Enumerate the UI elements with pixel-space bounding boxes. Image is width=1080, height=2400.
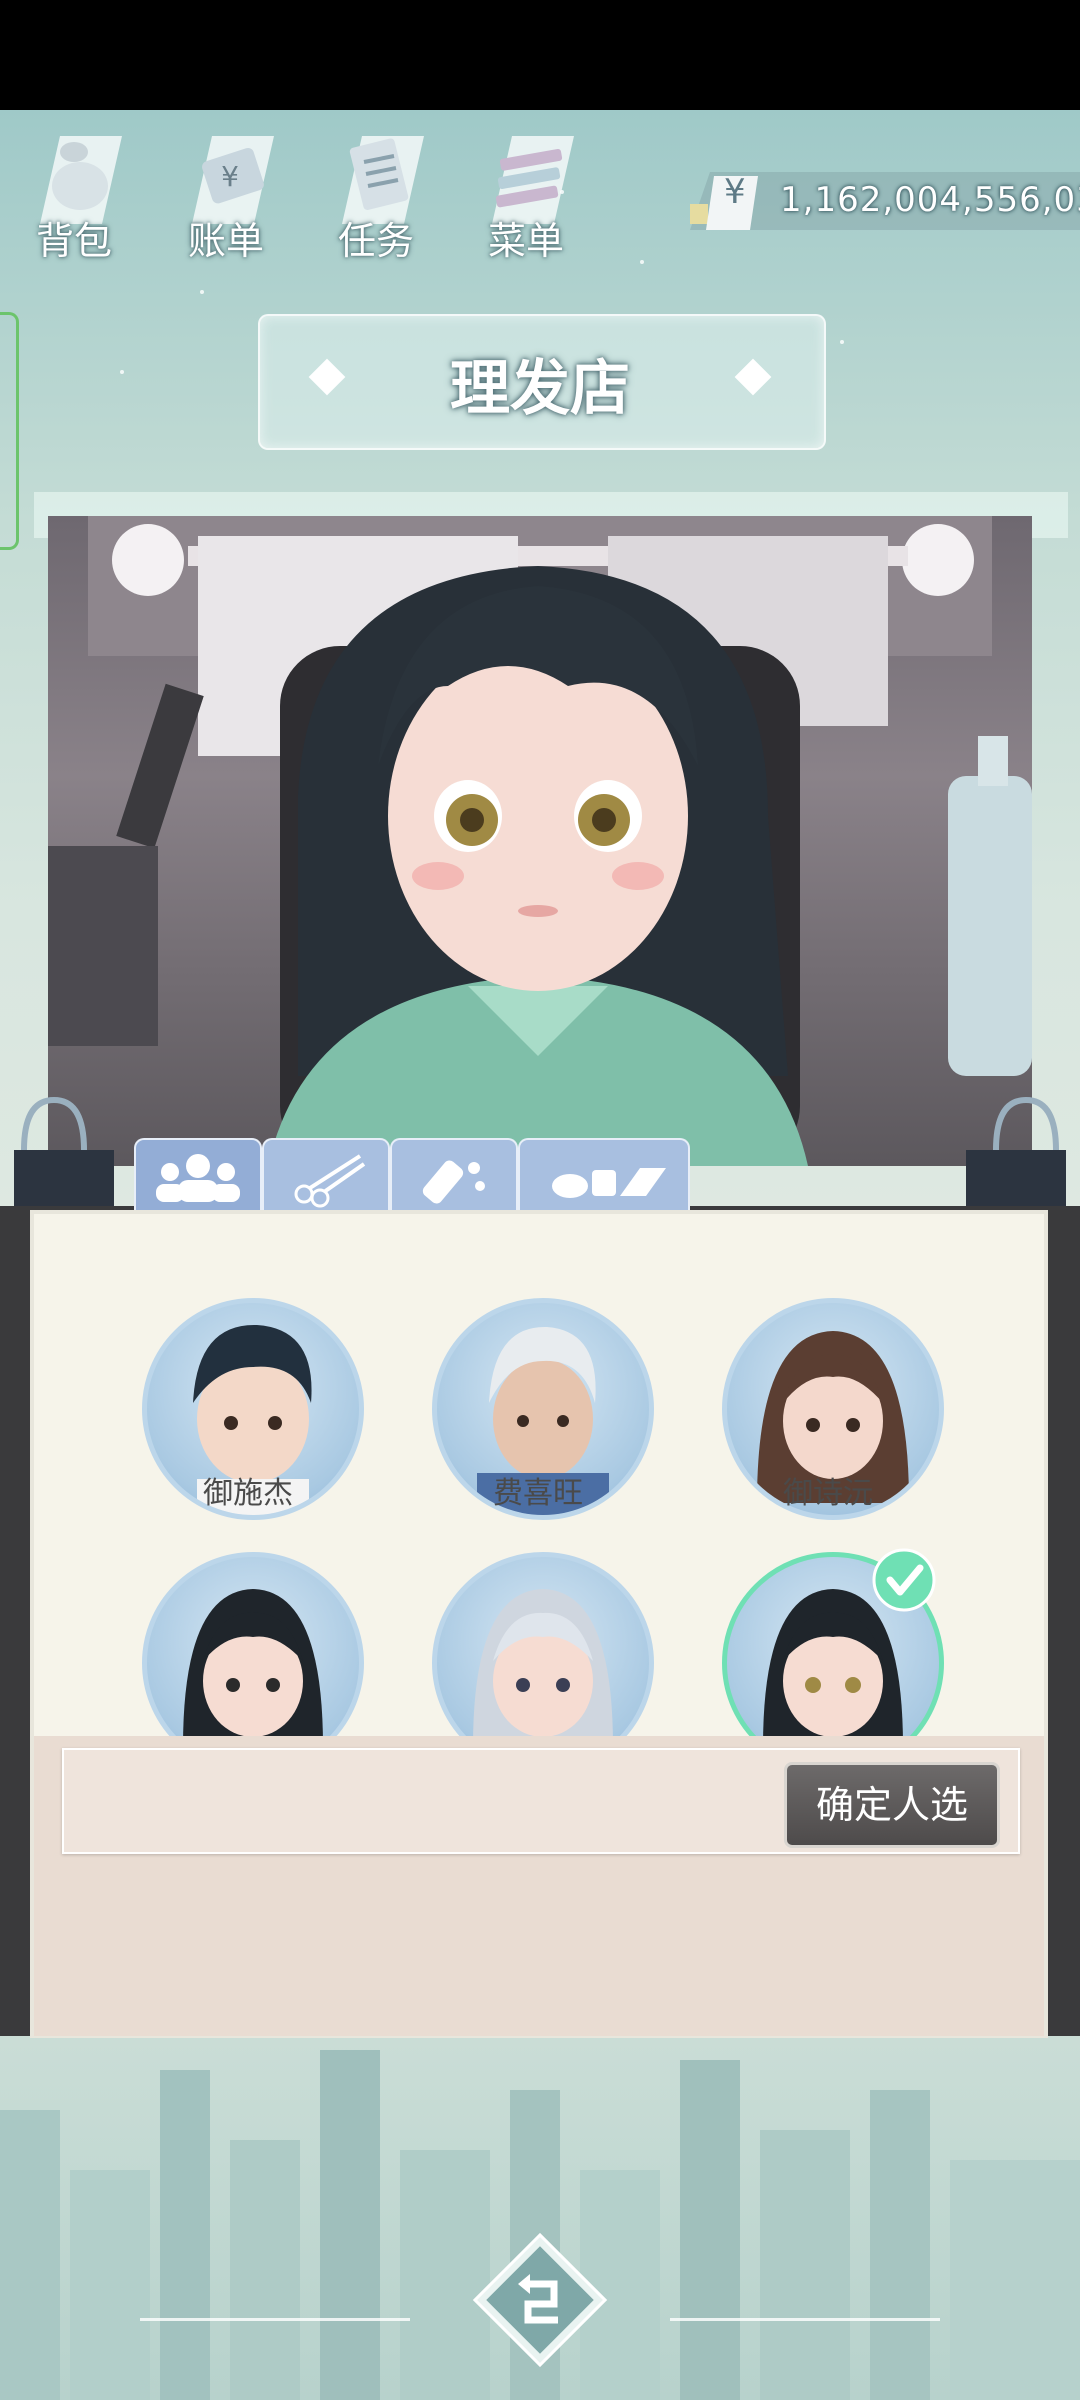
character-name: 御施杰 (203, 1476, 293, 1511)
nav-bill-button[interactable]: ¥ 账单 (156, 118, 296, 268)
svg-text:¥: ¥ (221, 160, 239, 193)
nav-menu-button[interactable]: 菜单 (456, 118, 596, 268)
back-button[interactable] (472, 2232, 608, 2368)
nav-task-button[interactable]: 任务 (306, 118, 446, 268)
divider-line (140, 2318, 410, 2321)
nav-task-label: 任务 (337, 219, 414, 263)
nav-bag-button[interactable]: 背包 (4, 118, 144, 268)
people-icon (156, 1154, 240, 1202)
checkmark-icon (872, 1548, 936, 1612)
yen-icon: ¥ (724, 172, 746, 212)
character-name: 御诗沅 (783, 1476, 873, 1511)
character-illustration (48, 516, 1032, 1166)
tab-characters[interactable] (134, 1138, 262, 1212)
page-title: 理发店 (450, 354, 630, 424)
tab-hair-dye[interactable] (390, 1138, 518, 1212)
character-name: 费喜旺 (493, 1476, 583, 1511)
scissors-icon (294, 1154, 366, 1208)
hair-dye-icon (422, 1160, 485, 1204)
divider-line (670, 2318, 940, 2321)
nav-bag-label: 背包 (35, 219, 112, 263)
nav-menu-label: 菜单 (487, 219, 564, 263)
tab-haircut[interactable] (262, 1138, 390, 1212)
nav-bill-label: 账单 (187, 219, 264, 263)
currency-amount: 1,162,004,556,039 (780, 180, 1080, 220)
makeup-icon (552, 1168, 666, 1198)
status-bar (0, 0, 1080, 110)
character-portrait (48, 516, 1032, 1166)
confirm-selection-button[interactable]: 确定人选 (784, 1762, 1000, 1848)
side-handle[interactable] (0, 312, 19, 550)
tab-makeup[interactable] (518, 1138, 690, 1212)
